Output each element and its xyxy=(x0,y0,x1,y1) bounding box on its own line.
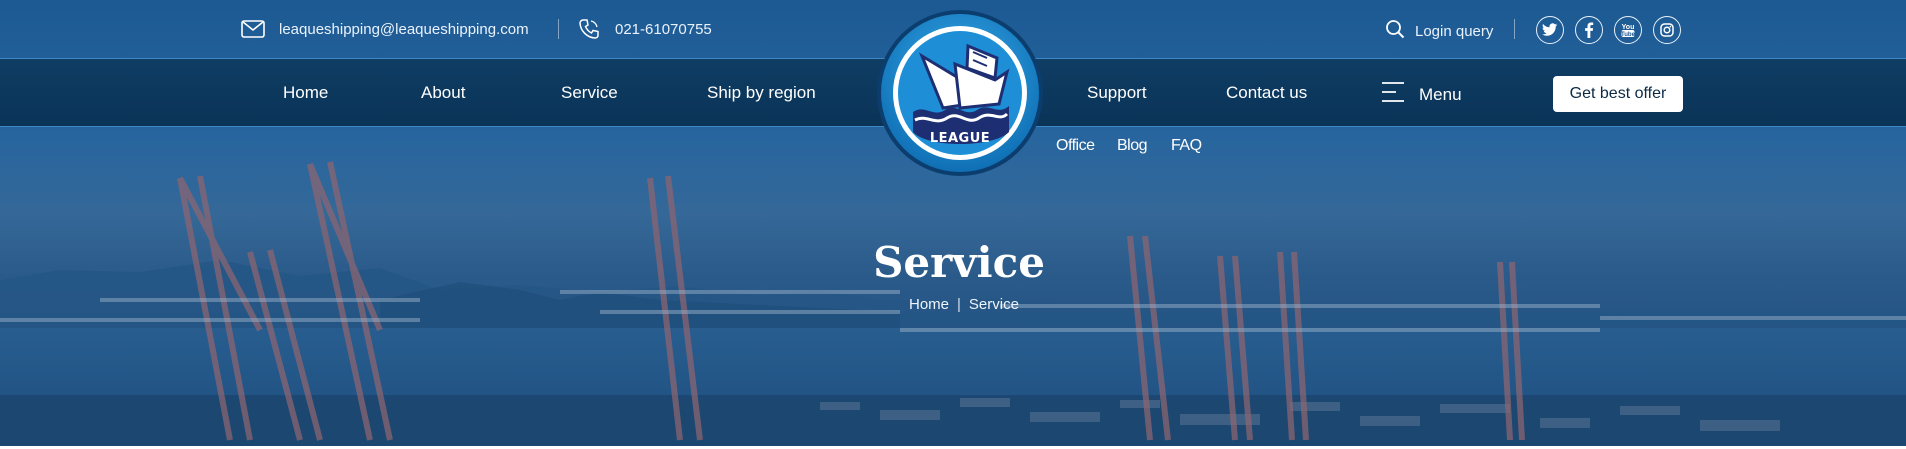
menu-button[interactable]: Menu xyxy=(1381,81,1462,108)
breadcrumb-home[interactable]: Home xyxy=(909,296,949,313)
topbar-divider xyxy=(1514,19,1515,39)
svg-text:You: You xyxy=(1622,24,1635,31)
login-query[interactable]: Login query xyxy=(1385,19,1493,43)
nav-item-service[interactable]: Service xyxy=(561,83,618,103)
login-label[interactable]: Login query xyxy=(1415,23,1493,40)
breadcrumb-current: Service xyxy=(968,296,1019,313)
social-links: You Tube xyxy=(1536,16,1681,44)
nav-item-home[interactable]: Home xyxy=(283,83,328,103)
phone-icon xyxy=(577,18,601,40)
nav-item-support[interactable]: Support xyxy=(1087,83,1147,103)
nav-item-contact-us[interactable]: Contact us xyxy=(1226,83,1307,103)
submenu-item-blog[interactable]: Blog xyxy=(1117,137,1148,155)
hamburger-icon[interactable] xyxy=(1381,81,1405,108)
phone-contact[interactable]: 021-61070755 xyxy=(577,18,712,40)
get-best-offer-button[interactable]: Get best offer xyxy=(1553,76,1683,112)
hero-banner: leaqueshipping@leaqueshipping.com 021-61… xyxy=(0,0,1906,446)
twitter-icon[interactable] xyxy=(1536,16,1564,44)
topbar-divider xyxy=(558,19,559,39)
search-icon[interactable] xyxy=(1385,19,1405,43)
email-contact[interactable]: leaqueshipping@leaqueshipping.com xyxy=(241,18,529,40)
youtube-icon[interactable]: You Tube xyxy=(1614,16,1642,44)
email-text[interactable]: leaqueshipping@leaqueshipping.com xyxy=(279,21,529,38)
breadcrumb: Home | Service xyxy=(909,296,1019,313)
submenu-item-office[interactable]: Office xyxy=(1056,137,1095,155)
facebook-icon[interactable] xyxy=(1575,16,1603,44)
menu-label[interactable]: Menu xyxy=(1419,85,1462,105)
phone-text[interactable]: 021-61070755 xyxy=(615,21,712,38)
mail-icon xyxy=(241,18,265,40)
nav-item-ship-by-region[interactable]: Ship by region xyxy=(707,83,816,103)
logo-wordmark: LEAGUE xyxy=(929,131,991,146)
instagram-icon[interactable] xyxy=(1653,16,1681,44)
submenu-item-faq[interactable]: FAQ xyxy=(1171,137,1202,155)
svg-text:Tube: Tube xyxy=(1621,32,1636,38)
breadcrumb-separator: | xyxy=(957,296,961,313)
nav-item-about[interactable]: About xyxy=(421,83,465,103)
league-logo[interactable]: LEAGUE xyxy=(875,8,1045,178)
page-title: Service xyxy=(873,238,1045,287)
